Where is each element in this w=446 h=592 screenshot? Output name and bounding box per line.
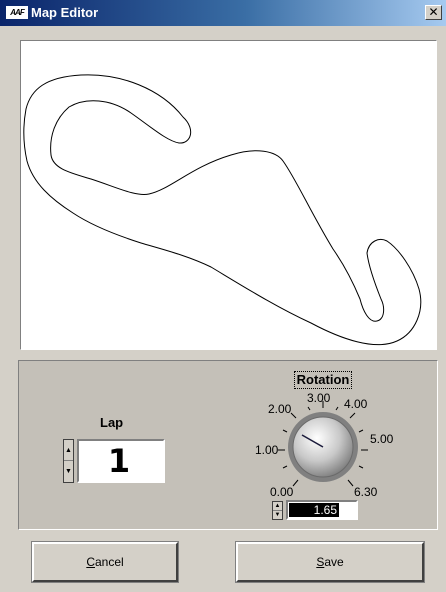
save-button[interactable]: Save <box>236 542 424 582</box>
close-button[interactable]: ✕ <box>425 5 442 20</box>
cancel-button[interactable]: Cancel <box>32 542 178 582</box>
lap-value: 1 <box>107 442 131 480</box>
rotation-decrement-arrow-icon[interactable]: ▼ <box>273 511 282 520</box>
tick-label-3: 3.00 <box>307 391 331 405</box>
map-canvas[interactable] <box>20 40 437 350</box>
tick-0 <box>292 479 299 487</box>
tick-label-4: 4.00 <box>344 397 368 411</box>
rotation-increment-arrow-icon[interactable]: ▲ <box>273 502 282 511</box>
track-outline <box>23 74 422 346</box>
lap-decrement-arrow-icon[interactable]: ▼ <box>64 461 73 482</box>
minor-tick <box>358 465 364 469</box>
minor-tick <box>335 406 339 411</box>
cancel-label: ancel <box>94 555 124 569</box>
tick-label-1: 1.00 <box>255 443 279 457</box>
lap-increment-arrow-icon[interactable]: ▲ <box>64 440 73 461</box>
minor-tick <box>282 465 288 469</box>
minor-tick <box>282 429 288 433</box>
title-bar[interactable]: AAF Map Editor ✕ <box>0 0 446 26</box>
minor-tick <box>307 406 311 411</box>
lap-value-display[interactable]: 1 <box>77 439 165 483</box>
rotation-stepper[interactable]: ▲ ▼ <box>272 501 283 520</box>
tick-6 <box>347 479 354 487</box>
save-label: ave <box>324 555 344 569</box>
tick-label-5: 5.00 <box>370 432 394 446</box>
map-editor-window: AAF Map Editor ✕ Lap ▲ ▼ 1 Rotation 0.00… <box>0 0 446 592</box>
minor-tick <box>358 429 364 433</box>
cancel-mnemonic: C <box>86 555 95 569</box>
lap-stepper[interactable]: ▲ ▼ <box>63 439 74 483</box>
tick-label-2: 2.00 <box>268 402 292 416</box>
rotation-value-field[interactable]: 1.65 <box>286 500 358 520</box>
app-logo-icon: AAF <box>6 6 28 19</box>
tick-label-6: 6.30 <box>354 485 378 499</box>
tick-2 <box>290 412 297 419</box>
tick-4 <box>349 412 356 419</box>
tick-label-0: 0.00 <box>270 485 294 499</box>
track-path <box>23 74 422 346</box>
rotation-value: 1.65 <box>289 503 339 517</box>
lap-label: Lap <box>100 415 124 430</box>
window-title: Map Editor <box>31 5 99 20</box>
